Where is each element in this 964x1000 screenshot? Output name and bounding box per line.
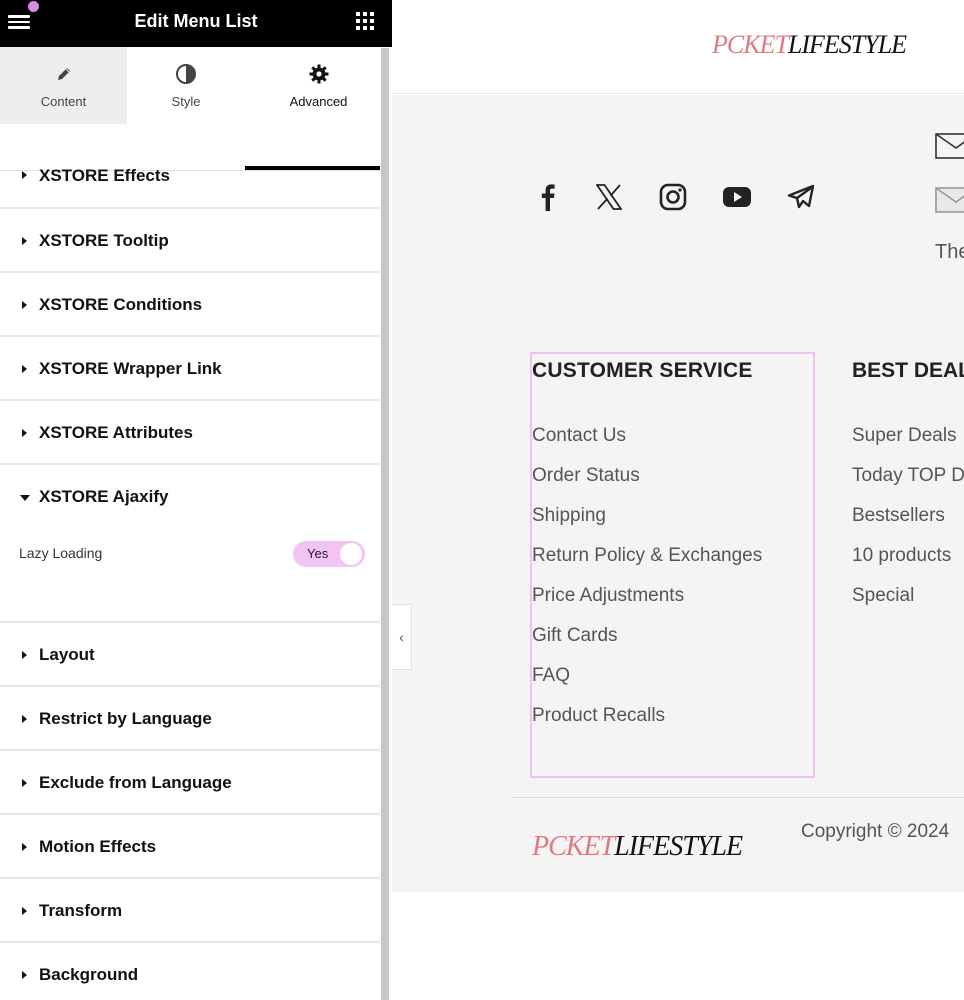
caret-right-icon <box>22 365 27 373</box>
collapse-panel-button[interactable]: ‹ <box>392 604 412 670</box>
logo-part-2: LIFESTYLE <box>787 30 907 59</box>
caret-down-icon <box>20 495 30 501</box>
site-logo[interactable]: PCKETLIFESTYLE <box>712 30 907 60</box>
section-transform[interactable]: Transform <box>0 879 380 943</box>
section-motion-effects[interactable]: Motion Effects <box>0 815 380 879</box>
menu-link[interactable]: Product Recalls <box>532 696 762 736</box>
menu-link[interactable]: Special <box>852 576 964 616</box>
footer-divider <box>512 797 964 798</box>
menu-link[interactable]: FAQ <box>532 656 762 696</box>
site-footer: The CUSTOMER SERVICE Contact Us Order St… <box>392 95 964 892</box>
tab-advanced[interactable]: Advanced <box>245 47 392 124</box>
caret-right-icon <box>22 715 27 723</box>
section-background[interactable]: Background <box>0 943 380 1000</box>
section-xstore-effects[interactable]: XSTORE Effects <box>0 124 380 209</box>
section-xstore-attributes[interactable]: XSTORE Attributes <box>0 401 380 465</box>
section-label: Background <box>39 965 139 984</box>
footer-logo[interactable]: PCKETLIFESTYLE <box>532 831 743 863</box>
caret-right-icon <box>22 779 27 787</box>
mail-icon <box>935 133 964 164</box>
section-restrict-by-language[interactable]: Restrict by Language <box>0 687 380 751</box>
panel-tabs: Content Style Advanced <box>0 47 392 171</box>
tab-content-label: Content <box>40 94 87 109</box>
x-twitter-icon[interactable] <box>593 181 625 213</box>
section-label: XSTORE Conditions <box>39 295 203 314</box>
section-label: XSTORE Effects <box>39 166 171 185</box>
menu-link[interactable]: Today TOP D <box>852 456 964 496</box>
section-xstore-wrapper-link[interactable]: XSTORE Wrapper Link <box>0 337 380 401</box>
menu-link[interactable]: Bestsellers <box>852 496 964 536</box>
toggle-text: Yes <box>307 546 329 561</box>
gear-icon <box>245 63 392 85</box>
section-label: XSTORE Tooltip <box>39 231 169 250</box>
caret-right-icon <box>22 651 27 659</box>
caret-right-icon <box>22 429 27 437</box>
chevron-left-icon: ‹ <box>399 629 404 645</box>
contact-text: The <box>935 241 964 263</box>
tab-content[interactable]: Content <box>0 47 127 124</box>
section-label: Exclude from Language <box>39 773 232 792</box>
tab-style[interactable]: Style <box>127 47 245 124</box>
menu-link[interactable]: Super Deals <box>852 416 964 456</box>
menu-link[interactable]: Price Adjustments <box>532 576 762 616</box>
panel-scrollbar-thumb[interactable] <box>381 48 389 1000</box>
caret-right-icon <box>22 171 27 179</box>
menu-link[interactable]: Order Status <box>532 456 762 496</box>
section-label: Layout <box>39 645 95 664</box>
section-layout[interactable]: Layout <box>0 623 380 687</box>
logo-part-2: LIFESTYLE <box>614 831 743 862</box>
best-deals-title: BEST DEAL <box>852 359 964 382</box>
caret-right-icon <box>22 301 27 309</box>
menu-link[interactable]: 10 products <box>852 536 964 576</box>
section-xstore-ajaxify[interactable]: XSTORE Ajaxify Lazy Loading Yes <box>0 465 380 623</box>
half-circle-icon <box>127 63 245 85</box>
advanced-sections: XSTORE Effects XSTORE Tooltip XSTORE Con… <box>0 124 380 1000</box>
section-xstore-conditions[interactable]: XSTORE Conditions <box>0 273 380 337</box>
pencil-icon <box>0 63 127 85</box>
section-label: XSTORE Wrapper Link <box>39 359 222 378</box>
lazy-loading-label: Lazy Loading <box>19 545 103 561</box>
section-exclude-from-language[interactable]: Exclude from Language <box>0 751 380 815</box>
facebook-icon[interactable] <box>532 181 564 213</box>
lazy-loading-toggle[interactable]: Yes <box>293 541 365 567</box>
mail-icon <box>935 187 964 218</box>
best-deals-menu: Super Deals Today TOP D Bestsellers 10 p… <box>852 416 964 616</box>
customer-service-menu: Contact Us Order Status Shipping Return … <box>532 416 762 736</box>
menu-link[interactable]: Shipping <box>532 496 762 536</box>
caret-right-icon <box>22 237 27 245</box>
youtube-icon[interactable] <box>721 181 753 213</box>
instagram-icon[interactable] <box>657 181 689 213</box>
toggle-knob <box>340 543 362 565</box>
logo-part-1: PCKET <box>532 831 615 862</box>
apps-grid-icon[interactable] <box>356 12 374 30</box>
section-label: XSTORE Attributes <box>39 423 193 442</box>
editor-panel: Edit Menu List Content Style Advanced XS… <box>0 0 392 1000</box>
logo-part-1: PCKET <box>712 30 789 59</box>
caret-right-icon <box>22 971 27 979</box>
menu-link[interactable]: Contact Us <box>532 416 762 456</box>
menu-link[interactable]: Return Policy & Exchanges <box>532 536 762 576</box>
panel-title: Edit Menu List <box>134 11 258 31</box>
section-label: Restrict by Language <box>39 709 212 728</box>
tab-advanced-label: Advanced <box>289 94 348 109</box>
section-xstore-tooltip[interactable]: XSTORE Tooltip <box>0 209 380 273</box>
telegram-icon[interactable] <box>785 181 817 213</box>
copyright-text: Copyright © 2024 <box>801 821 950 842</box>
site-header: PCKETLIFESTYLE <box>392 0 964 94</box>
site-preview: PCKETLIFESTYLE The CUSTOMER SERVICE Cont… <box>392 0 964 1000</box>
section-label: Motion Effects <box>39 837 157 856</box>
section-label: XSTORE Ajaxify <box>39 487 169 506</box>
caret-right-icon <box>22 843 27 851</box>
caret-right-icon <box>22 907 27 915</box>
panel-header: Edit Menu List <box>0 0 392 47</box>
tab-style-label: Style <box>171 94 201 109</box>
customer-service-title: CUSTOMER SERVICE <box>532 359 753 382</box>
menu-link[interactable]: Gift Cards <box>532 616 762 656</box>
section-label: Transform <box>39 901 123 920</box>
